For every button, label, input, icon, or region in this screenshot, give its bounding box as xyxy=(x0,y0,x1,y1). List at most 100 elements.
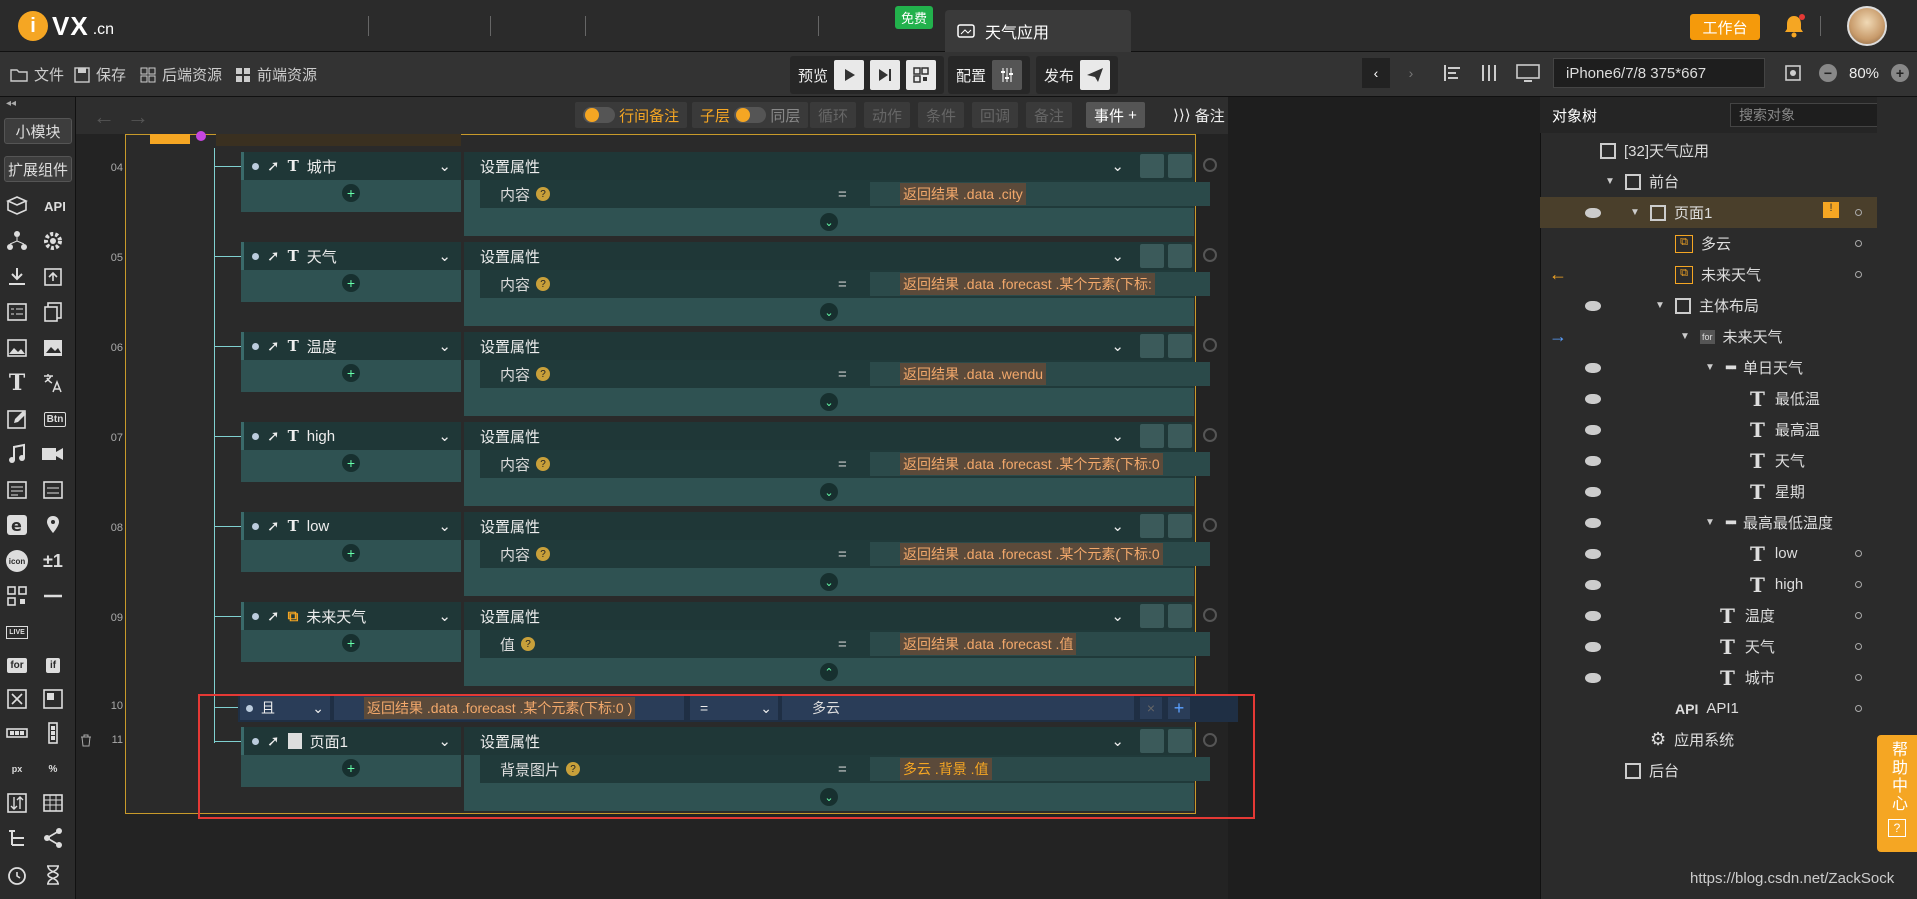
clock-icon[interactable] xyxy=(1168,604,1192,628)
add-target-button[interactable]: + xyxy=(342,454,360,472)
action-select[interactable]: 设置属性 ⌄ xyxy=(464,422,1194,450)
help-center-button[interactable]: 帮助中心 ? xyxy=(1877,735,1917,852)
file-button[interactable]: 文件 xyxy=(10,52,64,97)
remark-panel-button[interactable]: ⟩⟩⟩ 备注 xyxy=(1165,102,1233,128)
target-select[interactable]: ➚ T 温度 ⌄ xyxy=(241,332,461,360)
tree-node[interactable]: 后台 xyxy=(1540,755,1877,786)
help-icon[interactable]: ? xyxy=(536,367,551,381)
collapse-icon[interactable]: ◂◂ xyxy=(6,98,16,109)
next-page-button[interactable]: › xyxy=(1397,58,1425,88)
clock-icon[interactable] xyxy=(1168,334,1192,358)
redo-arrow-icon[interactable]: → xyxy=(127,104,149,130)
logo[interactable]: i VX .cn xyxy=(18,9,114,43)
align-left-icon[interactable] xyxy=(1442,62,1464,84)
zoom-out-button[interactable]: − xyxy=(1819,64,1837,82)
add-target-button[interactable]: + xyxy=(342,634,360,652)
align-columns-icon[interactable] xyxy=(1478,62,1500,84)
eye-icon[interactable] xyxy=(1585,208,1601,218)
counter-icon[interactable]: ±1 xyxy=(40,548,66,574)
tree-node[interactable]: ⧉ 未来天气 xyxy=(1540,259,1877,290)
refresh-icon[interactable] xyxy=(1140,154,1164,178)
property-value[interactable]: 返回结果 .data .forecast .某个元素(下标:0 xyxy=(870,542,1210,566)
zoom-in-button[interactable]: + xyxy=(1891,64,1909,82)
eye-icon[interactable] xyxy=(1585,580,1601,590)
tree-node[interactable]: ⚙ 应用系统 xyxy=(1540,724,1877,755)
avatar[interactable] xyxy=(1847,6,1887,46)
eye-icon[interactable] xyxy=(1585,456,1601,466)
shuffle-icon[interactable] xyxy=(4,686,30,712)
sort-icon[interactable] xyxy=(4,790,30,816)
breakpoint-dot[interactable] xyxy=(1203,158,1217,172)
px-icon[interactable]: px xyxy=(4,756,30,782)
help-icon[interactable]: ? xyxy=(536,547,551,561)
note-button[interactable]: 备注 xyxy=(1026,102,1073,128)
child-layer-toggle[interactable]: 子层 同层 xyxy=(692,102,809,128)
send-button[interactable] xyxy=(1080,60,1111,90)
target-select[interactable]: ➚ ⧉ 未来天气 ⌄ xyxy=(241,602,461,630)
app-tab[interactable]: 天气应用 xyxy=(945,10,1131,52)
copy-icon[interactable] xyxy=(40,299,66,325)
target-select[interactable]: ➚ T 天气 ⌄ xyxy=(241,242,461,270)
eye-icon[interactable] xyxy=(1585,642,1601,652)
box-icon[interactable] xyxy=(4,193,30,219)
icon-component-icon[interactable]: icon xyxy=(4,548,30,574)
arrow-left-icon[interactable]: ← xyxy=(1549,264,1567,285)
textarea-icon[interactable] xyxy=(4,477,30,503)
clock-icon[interactable] xyxy=(1168,154,1192,178)
device-select[interactable]: iPhone6/7/8 375*667 xyxy=(1553,58,1765,88)
expand-button[interactable]: ⌃ xyxy=(820,663,838,681)
condition-button[interactable]: 条件 xyxy=(918,102,965,128)
list-icon[interactable] xyxy=(40,477,66,503)
translate-icon[interactable] xyxy=(40,370,66,396)
extension-button[interactable]: 扩展组件 xyxy=(4,156,72,182)
add-target-button[interactable]: + xyxy=(342,274,360,292)
add-target-button[interactable]: + xyxy=(342,364,360,382)
play-button[interactable] xyxy=(834,60,865,90)
loop-button[interactable]: 循环 xyxy=(810,102,857,128)
eye-icon[interactable] xyxy=(1585,673,1601,683)
breakpoint-dot[interactable] xyxy=(1203,248,1217,262)
share-icon[interactable] xyxy=(40,825,66,851)
ie-icon[interactable]: e xyxy=(4,512,30,538)
circle-icon[interactable] xyxy=(1855,643,1862,650)
breakpoint-dot[interactable] xyxy=(1203,338,1217,352)
bell-icon[interactable] xyxy=(1780,12,1808,40)
circle-icon[interactable] xyxy=(1855,550,1862,557)
tree-list-icon[interactable] xyxy=(4,825,30,851)
api-icon[interactable]: API xyxy=(38,193,72,219)
undo-arrow-icon[interactable]: ← xyxy=(93,104,115,130)
eye-icon[interactable] xyxy=(1585,549,1601,559)
circle-icon[interactable] xyxy=(1855,612,1862,619)
help-icon[interactable]: ? xyxy=(536,277,551,291)
help-icon[interactable]: ? xyxy=(536,187,551,201)
hourglass-icon[interactable] xyxy=(40,862,66,888)
qrcode-icon[interactable] xyxy=(4,583,30,609)
action-select[interactable]: 设置属性 ⌄ xyxy=(464,602,1194,630)
eye-icon[interactable] xyxy=(1585,394,1601,404)
gear-icon[interactable] xyxy=(40,228,66,254)
row-layout-icon[interactable] xyxy=(4,720,30,746)
circle-icon[interactable] xyxy=(1855,271,1862,278)
clock-icon[interactable] xyxy=(1168,244,1192,268)
circle-icon[interactable] xyxy=(1855,240,1862,247)
expand-button[interactable]: ⌄ xyxy=(820,213,838,231)
tree-node[interactable]: API API1 xyxy=(1540,693,1877,724)
edit-icon[interactable] xyxy=(4,406,30,432)
eye-icon[interactable] xyxy=(1585,487,1601,497)
property-value[interactable]: 返回结果 .data .forecast .值 xyxy=(870,632,1210,656)
clock-icon[interactable] xyxy=(1168,514,1192,538)
help-icon[interactable]: ? xyxy=(521,637,536,651)
small-module-button[interactable]: 小模块 xyxy=(4,118,72,144)
tree-node[interactable]: ⧉ 多云 xyxy=(1540,228,1877,259)
callback-button[interactable]: 回调 xyxy=(972,102,1019,128)
action-button[interactable]: 动作 xyxy=(864,102,911,128)
text-icon[interactable]: T xyxy=(4,370,30,396)
refresh-icon[interactable] xyxy=(1140,514,1164,538)
eye-icon[interactable] xyxy=(1585,363,1601,373)
action-select[interactable]: 设置属性 ⌄ xyxy=(464,332,1194,360)
circle-icon[interactable] xyxy=(1855,581,1862,588)
property-value[interactable]: 返回结果 .data .forecast .某个元素(下标:0 xyxy=(870,452,1210,476)
help-icon[interactable]: ? xyxy=(536,457,551,471)
column-layout-icon[interactable] xyxy=(40,720,66,746)
workbench-button[interactable]: 工作台 xyxy=(1690,14,1760,40)
